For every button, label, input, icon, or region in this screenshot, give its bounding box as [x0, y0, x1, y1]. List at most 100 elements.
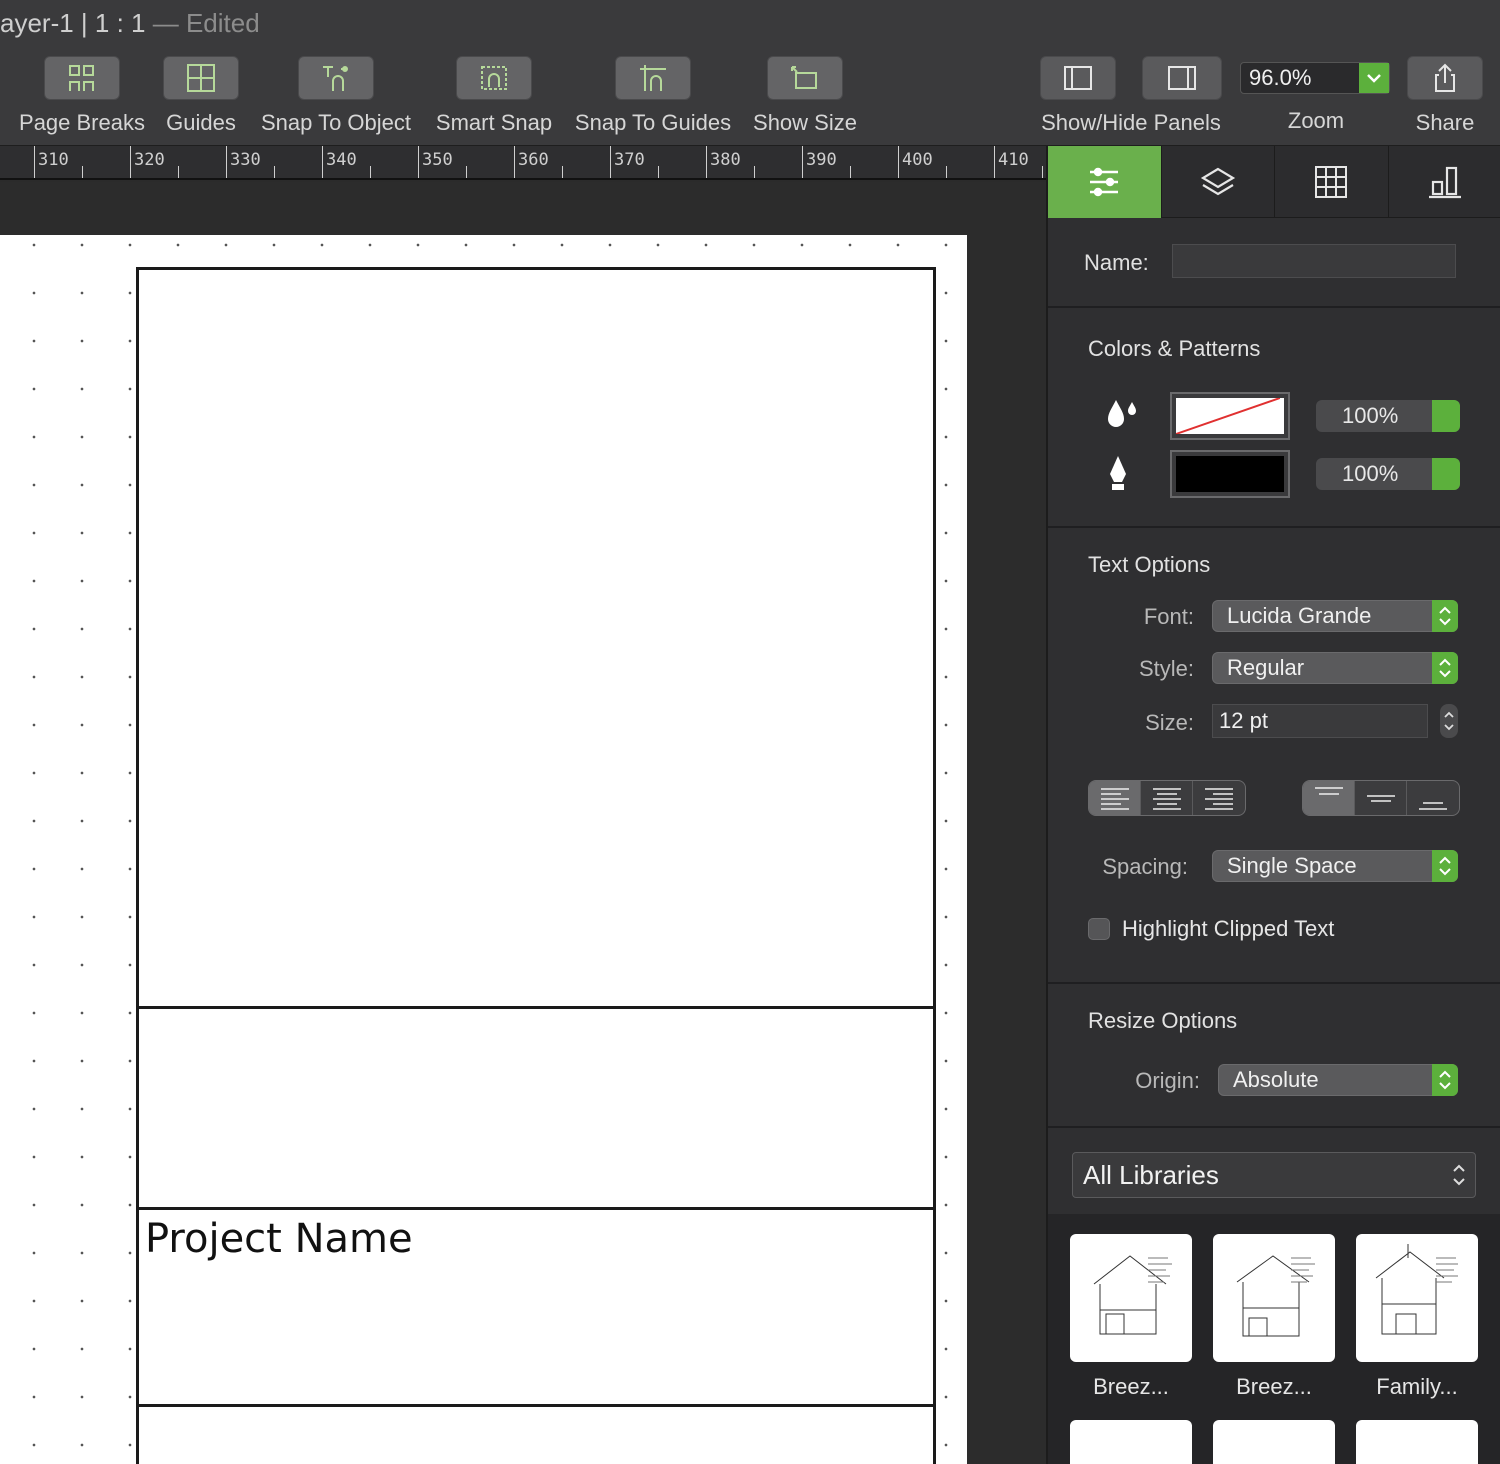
ruler-minor-tick — [466, 166, 467, 178]
snap-to-guides-button[interactable]: Snap To Guides — [568, 56, 738, 136]
ruler-label: 320 — [134, 150, 165, 170]
ruler-minor-tick — [82, 166, 83, 178]
size-label: Size: — [1145, 710, 1194, 735]
library-item-label: Family... — [1376, 1374, 1458, 1399]
stroke-color-fill — [1176, 456, 1284, 492]
smart-snap-label: Smart Snap — [435, 110, 553, 135]
name-input[interactable] — [1172, 244, 1456, 278]
tab-layers[interactable] — [1162, 146, 1275, 218]
horizontal-ruler[interactable]: 310 320 330 340 350 360 370 380 390 400 410 — [0, 146, 1046, 180]
ruler-major-tick — [418, 146, 419, 178]
ruler-label: 390 — [806, 150, 837, 170]
drawing-page[interactable]: Project Name — [0, 235, 967, 1464]
text-options-title: Text Options — [1088, 552, 1211, 577]
share-label: Share — [1415, 110, 1475, 135]
grid-icon — [1315, 166, 1348, 198]
stroke-opacity-field[interactable]: 100% — [1316, 458, 1460, 490]
library-item-thumbnail[interactable] — [1070, 1420, 1192, 1464]
spacing-label: Spacing: — [1102, 854, 1188, 879]
origin-select[interactable]: Absolute — [1218, 1064, 1458, 1096]
project-name-box[interactable]: Project Name — [136, 1207, 936, 1407]
ruler-minor-tick — [370, 166, 371, 178]
ruler-major-tick — [322, 146, 323, 178]
ruler-label: 370 — [614, 150, 645, 170]
colors-section: Colors & Patterns 100% 100% — [1048, 308, 1500, 528]
up-down-chevron-icon — [1432, 850, 1458, 882]
up-down-chevron-icon — [1432, 652, 1458, 684]
resize-options-title: Resize Options — [1088, 1008, 1238, 1033]
size-input[interactable]: 12 pt — [1212, 704, 1428, 738]
origin-value: Absolute — [1233, 1067, 1319, 1092]
window-toolbar: ayer-1 | 1 : 1 — Edited Page Breaks Guid… — [0, 0, 1500, 146]
library-item-thumbnail[interactable] — [1213, 1234, 1335, 1362]
project-name-text[interactable]: Project Name — [145, 1216, 413, 1262]
right-panel-toggle-button[interactable] — [1142, 56, 1222, 100]
layers-icon — [1200, 167, 1235, 196]
ruler-label: 310 — [38, 150, 69, 170]
stroke-color-swatch[interactable] — [1170, 450, 1290, 498]
align-center-icon — [1152, 788, 1181, 810]
library-select[interactable]: All Libraries — [1072, 1152, 1476, 1198]
page-breaks-button[interactable]: Page Breaks — [14, 56, 150, 136]
align-right-button[interactable] — [1193, 781, 1245, 815]
name-section: Name: — [1048, 218, 1500, 308]
guides-label: Guides — [166, 110, 236, 135]
ruler-major-tick — [610, 146, 611, 178]
font-select[interactable]: Lucida Grande — [1212, 600, 1458, 632]
tab-align[interactable] — [1389, 146, 1500, 218]
snap-to-guides-label: Snap To Guides — [574, 110, 732, 135]
library-item-thumbnail[interactable] — [1356, 1420, 1478, 1464]
font-value: Lucida Grande — [1227, 603, 1372, 628]
smart-snap-button[interactable]: Smart Snap — [430, 56, 558, 136]
guides-button[interactable]: Guides — [156, 56, 246, 136]
fill-opacity-field[interactable]: 100% — [1316, 400, 1460, 432]
name-label: Name: — [1084, 250, 1149, 275]
ruler-major-tick — [706, 146, 707, 178]
vertical-align-control — [1302, 780, 1460, 816]
valign-top-button[interactable] — [1303, 781, 1355, 815]
origin-label: Origin: — [1135, 1068, 1200, 1093]
opacity-slider-icon[interactable] — [1432, 400, 1460, 432]
stroke-opacity-value: 100% — [1342, 461, 1399, 486]
share-button[interactable]: Share — [1404, 56, 1486, 136]
valign-bottom-button[interactable] — [1407, 781, 1459, 815]
library-item-thumbnail[interactable] — [1070, 1234, 1192, 1362]
inspector-panel: Name: Colors & Patterns 100% 100% Text O… — [1046, 146, 1500, 1464]
show-size-icon — [767, 56, 843, 100]
library-item-thumbnail[interactable] — [1213, 1420, 1335, 1464]
fill-color-none — [1175, 397, 1284, 435]
spacing-select[interactable]: Single Space — [1212, 850, 1458, 882]
style-select[interactable]: Regular — [1212, 652, 1458, 684]
snap-to-object-icon — [298, 56, 374, 100]
show-size-button[interactable]: Show Size — [748, 56, 862, 136]
highlight-clipped-checkbox[interactable] — [1088, 918, 1110, 940]
tab-grid[interactable] — [1275, 146, 1389, 218]
fill-color-swatch[interactable] — [1170, 392, 1290, 440]
library-item-thumbnail[interactable] — [1356, 1234, 1478, 1362]
up-down-chevron-icon — [1432, 1064, 1458, 1096]
size-stepper[interactable] — [1440, 704, 1458, 738]
zoom-label: Zoom — [1287, 108, 1345, 133]
spacing-value: Single Space — [1227, 853, 1357, 878]
align-center-button[interactable] — [1141, 781, 1193, 815]
horizontal-align-control — [1088, 780, 1246, 816]
zoom-select[interactable]: 96.0% — [1240, 62, 1390, 94]
valign-top-icon — [1314, 787, 1343, 795]
ruler-minor-tick — [178, 166, 179, 178]
document-title: ayer-1 | 1 : 1 — [0, 8, 146, 38]
ruler-minor-tick — [562, 166, 563, 178]
drawing-frame-middle[interactable] — [136, 1006, 936, 1210]
edited-status: — Edited — [152, 8, 260, 38]
left-panel-toggle-button[interactable] — [1040, 56, 1116, 100]
valign-middle-button[interactable] — [1355, 781, 1407, 815]
snap-to-object-button[interactable]: Snap To Object — [254, 56, 418, 136]
snap-to-object-label: Snap To Object — [260, 110, 412, 135]
library-grid: Breez... Breez... Family... — [1048, 1214, 1500, 1464]
drawing-frame-main[interactable] — [136, 267, 936, 1009]
fill-opacity-value: 100% — [1342, 403, 1399, 428]
house-section-icon — [1093, 1255, 1172, 1335]
drawing-frame-bottom[interactable] — [136, 1404, 936, 1464]
tab-properties[interactable] — [1048, 146, 1162, 218]
opacity-slider-icon[interactable] — [1432, 458, 1460, 490]
align-left-button[interactable] — [1089, 781, 1141, 815]
